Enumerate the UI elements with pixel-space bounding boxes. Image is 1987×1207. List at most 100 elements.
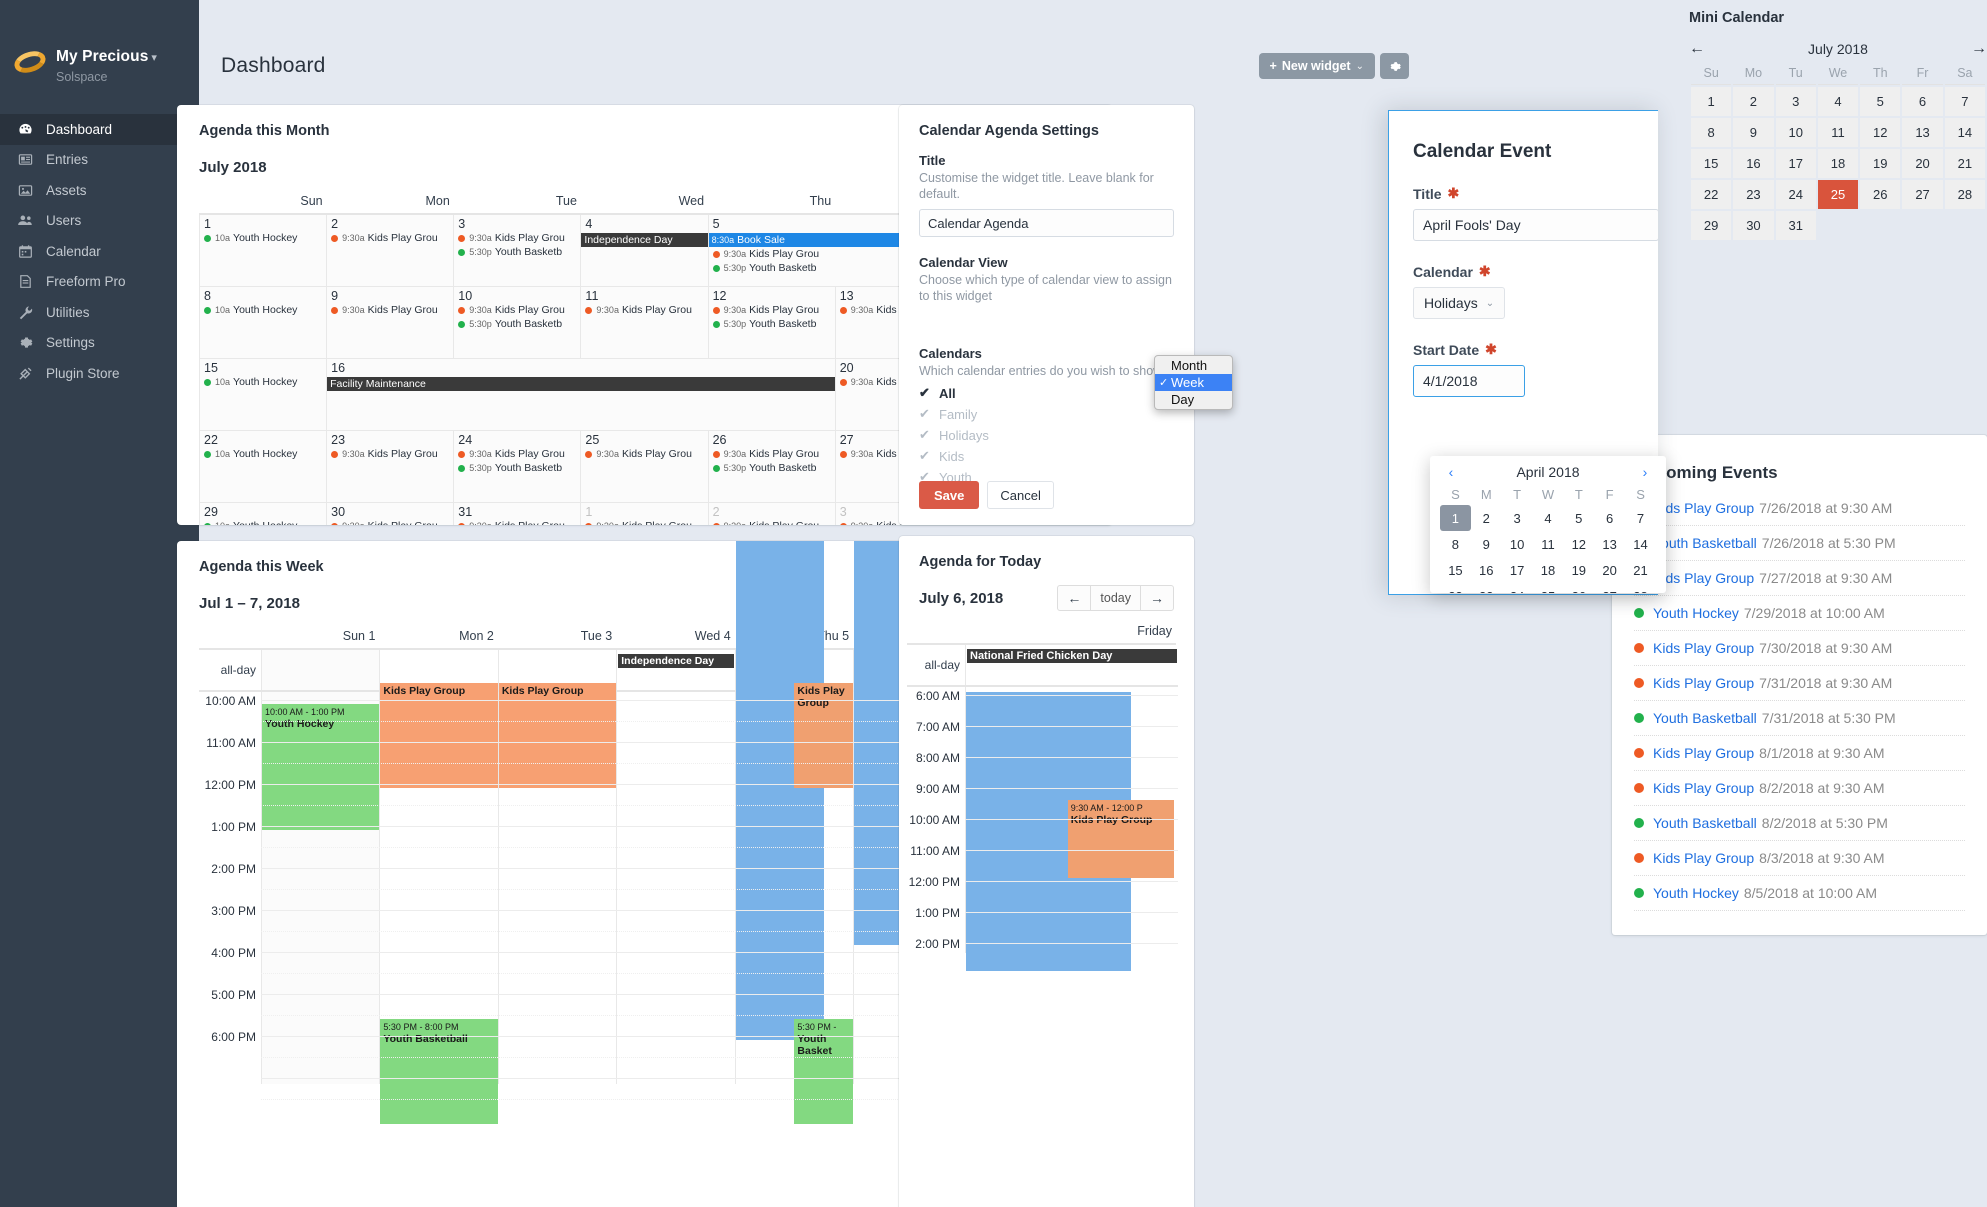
day-event[interactable]: 9:30 AM - 12:00 P Kids Play Group — [1067, 800, 1174, 878]
upcoming-event-row[interactable]: Kids Play Group 7/27/2018 at 9:30 AM — [1634, 561, 1965, 596]
week-allday-event[interactable]: Independence Day — [618, 654, 734, 668]
event-title-input[interactable] — [1413, 209, 1658, 241]
mini-calendar-day-cell[interactable]: 7 — [1944, 87, 1985, 116]
month-day-cell[interactable]: 10 9:30a Kids Play Grou 5:30p Youth Basketb — [453, 285, 582, 359]
new-widget-button[interactable]: + New widget ⌄ — [1258, 53, 1375, 79]
month-day-cell[interactable]: 4 Independence Day — [580, 213, 709, 287]
upcoming-event-link[interactable]: Youth Basketball — [1653, 535, 1757, 551]
upcoming-event-row[interactable]: Kids Play Group 8/2/2018 at 9:30 AM — [1634, 771, 1965, 806]
month-event-block[interactable]: Facility Maintenance — [327, 376, 835, 391]
month-event[interactable]: 9:30aKids Play Grou — [709, 448, 835, 462]
mini-calendar-day-cell[interactable]: 21 — [1944, 149, 1985, 178]
upcoming-event-link[interactable]: Kids Play Group — [1653, 500, 1754, 516]
month-event[interactable]: 10aYouth Hockey — [200, 448, 326, 462]
month-day-cell[interactable]: 23 9:30a Kids Play Grou — [326, 429, 455, 503]
month-event[interactable]: 10aYouth Hockey — [200, 520, 326, 525]
event-start-date-input[interactable] — [1413, 365, 1525, 397]
datepicker-day-cell[interactable]: 5 — [1563, 505, 1594, 531]
month-event[interactable]: 5:30p Youth Basketb — [454, 462, 580, 476]
datepicker-day-cell[interactable]: 11 — [1533, 531, 1564, 557]
mini-calendar-day-cell[interactable]: 12 — [1860, 118, 1901, 147]
month-day-cell[interactable]: 26 9:30a Kids Play Grou 5:30p Youth Basketb — [707, 429, 836, 503]
month-event[interactable]: 9:30aKids Play Grou — [454, 304, 580, 318]
datepicker-day-cell[interactable]: 21 — [1625, 557, 1656, 583]
datepicker-day-cell[interactable]: 17 — [1502, 557, 1533, 583]
month-event[interactable]: 5:30p Youth Basketb — [454, 318, 580, 332]
month-event[interactable]: 10aYouth Hockey — [200, 232, 326, 246]
calendar-view-dropdown[interactable]: Month ✓ Week Day — [1154, 355, 1233, 410]
mini-calendar-next-button[interactable]: → — [1971, 40, 1987, 58]
next-day-button[interactable]: → — [1140, 585, 1174, 611]
month-day-cell[interactable]: 25 9:30a Kids Play Grou — [580, 429, 709, 503]
month-day-cell[interactable]: 2 9:30a Kids Play Grou — [326, 213, 455, 287]
upcoming-event-link[interactable]: Kids Play Group — [1653, 745, 1754, 761]
month-event[interactable]: 9:30aKids Play Grou — [581, 448, 707, 462]
settings-gear-button[interactable] — [1380, 53, 1409, 79]
month-day-cell[interactable]: 24 9:30a Kids Play Grou 5:30p Youth Basketb — [453, 429, 582, 503]
datepicker-day-cell[interactable]: 12 — [1563, 531, 1594, 557]
mini-calendar-day-cell[interactable]: 1 — [1691, 87, 1732, 116]
calendar-view-option-day[interactable]: Day — [1155, 391, 1232, 408]
upcoming-event-row[interactable]: Youth Basketball 7/31/2018 at 5:30 PM — [1634, 701, 1965, 736]
upcoming-event-row[interactable]: Kids Play Group 8/1/2018 at 9:30 AM — [1634, 736, 1965, 771]
month-event[interactable]: 9:30aKids Play Grou — [581, 304, 707, 318]
sidebar-item-entries[interactable]: Entries — [0, 145, 199, 176]
month-event[interactable]: 9:30aKids Play Grou — [454, 520, 580, 525]
datepicker-day-cell[interactable]: 18 — [1533, 557, 1564, 583]
upcoming-event-row[interactable]: Youth Basketball 8/2/2018 at 5:30 PM — [1634, 806, 1965, 841]
month-event[interactable]: 10aYouth Hockey — [200, 376, 326, 390]
upcoming-event-row[interactable]: Youth Basketball 7/26/2018 at 5:30 PM — [1634, 526, 1965, 561]
datepicker-day-cell[interactable]: 8 — [1440, 531, 1471, 557]
month-event-block[interactable]: Independence Day — [581, 233, 708, 247]
datepicker-day-cell[interactable]: 15 — [1440, 557, 1471, 583]
site-name[interactable]: My Precious ▾ — [56, 48, 157, 67]
upcoming-event-link[interactable]: Kids Play Group — [1653, 640, 1754, 656]
calendar-view-option-month[interactable]: Month — [1155, 357, 1232, 374]
sidebar-item-calendar[interactable]: Calendar — [0, 236, 199, 267]
upcoming-event-link[interactable]: Youth Hockey — [1653, 885, 1739, 901]
month-event[interactable]: 9:30aKids Play Grou — [327, 520, 453, 525]
mini-calendar-day-cell[interactable]: 15 — [1691, 149, 1732, 178]
upcoming-event-link[interactable]: Kids Play Group — [1653, 675, 1754, 691]
mini-calendar-prev-button[interactable]: ← — [1689, 40, 1705, 58]
datepicker-day-cell[interactable]: 1 — [1440, 505, 1471, 531]
mini-calendar-day-cell[interactable]: 2 — [1733, 87, 1774, 116]
month-day-cell[interactable]: 2910aYouth Hockey — [198, 501, 328, 525]
month-day-cell[interactable]: 8 10a Youth Hockey — [198, 285, 328, 359]
week-event[interactable]: Kids Play Group — [794, 682, 854, 788]
mini-calendar-day-cell[interactable]: 27 — [1902, 180, 1943, 209]
day-allday-event[interactable]: National Fried Chicken Day — [967, 649, 1177, 663]
save-button[interactable]: Save — [919, 481, 980, 509]
datepicker-day-cell[interactable]: 28 — [1625, 583, 1656, 594]
week-allday-cell[interactable]: Independence Day — [616, 650, 734, 690]
mini-calendar-day-cell[interactable]: 31 — [1775, 211, 1816, 240]
mini-calendar-day-cell[interactable]: 11 — [1817, 118, 1859, 147]
datepicker-day-cell[interactable]: 13 — [1594, 531, 1625, 557]
datepicker-day-cell[interactable]: 2 — [1471, 505, 1502, 531]
month-day-cell[interactable]: 309:30aKids Play Grou — [326, 501, 455, 525]
site-switcher[interactable]: My Precious ▾ Solspace — [0, 0, 199, 84]
sidebar-item-plugin-store[interactable]: Plugin Store — [0, 358, 199, 389]
mini-calendar-day-cell[interactable]: 6 — [1902, 87, 1943, 116]
datepicker-day-cell[interactable]: 24 — [1502, 583, 1533, 594]
calendar-checkbox-kids[interactable]: ✔ Kids — [919, 448, 1174, 464]
cancel-button[interactable]: Cancel — [987, 481, 1054, 509]
week-day-column[interactable]: Kids Play Group — [497, 682, 617, 1084]
month-event[interactable]: 9:30aKids Play Grou — [709, 520, 835, 525]
event-calendar-select[interactable]: Holidays ⌄ — [1413, 287, 1506, 319]
month-event[interactable]: 9:30aKids Play Grou — [327, 232, 453, 246]
month-day-cell[interactable]: 22 10a Youth Hockey — [198, 429, 328, 503]
calendar-checkbox-holidays[interactable]: ✔ Holidays — [919, 427, 1174, 443]
sidebar-item-settings[interactable]: Settings — [0, 328, 199, 359]
mini-calendar-day-cell[interactable]: 13 — [1902, 118, 1943, 147]
month-day-cell[interactable]: 29:30aKids Play Grou5:30pYouth Basketb — [707, 501, 836, 525]
upcoming-event-row[interactable]: Youth Hockey 8/5/2018 at 10:00 AM — [1634, 876, 1965, 911]
upcoming-event-row[interactable]: Kids Play Group 7/26/2018 at 9:30 AM — [1634, 491, 1965, 526]
mini-calendar-day-cell[interactable]: 30 — [1733, 211, 1774, 240]
week-day-column[interactable]: Kids Play Group 5:30 PM - 8:00 PM Youth Ba… — [379, 682, 498, 1124]
sidebar-item-dashboard[interactable]: Dashboard — [0, 114, 199, 145]
month-event[interactable]: 5:30p Youth Basketb — [709, 318, 835, 332]
month-event[interactable]: 9:30aKids Play Grou — [454, 232, 580, 246]
month-event[interactable]: 5:30p Youth Basketb — [709, 462, 835, 476]
upcoming-event-row[interactable]: Kids Play Group 7/30/2018 at 9:30 AM — [1634, 631, 1965, 666]
